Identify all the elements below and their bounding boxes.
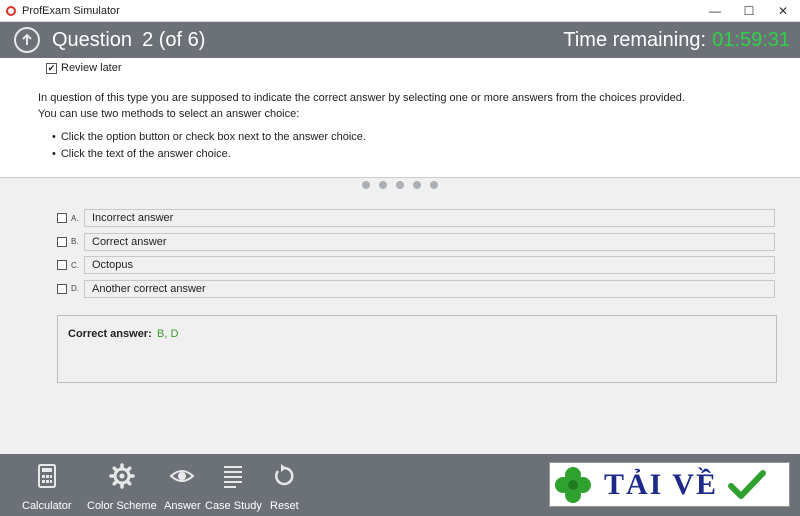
correct-answer-panel: Correct answer: B, D bbox=[57, 315, 777, 383]
question-number: 2 (of 6) bbox=[142, 28, 206, 51]
watermark-logo: TẢI VỀ bbox=[549, 462, 790, 507]
window-controls: — ☐ ✕ bbox=[698, 0, 800, 22]
maximize-button[interactable]: ☐ bbox=[732, 0, 766, 22]
choice-text[interactable]: Incorrect answer bbox=[84, 209, 775, 227]
timer-value: 01:59:31 bbox=[712, 29, 790, 51]
minimize-button[interactable]: — bbox=[698, 0, 732, 22]
choice-checkbox[interactable] bbox=[57, 283, 67, 294]
logo-text: TẢI VỀ bbox=[604, 467, 718, 501]
reset-button[interactable]: Reset bbox=[270, 463, 299, 512]
clover-icon bbox=[555, 466, 591, 503]
pager-dot[interactable] bbox=[430, 181, 438, 189]
question-text: In question of this type you are suppose… bbox=[38, 90, 685, 122]
correct-answer-value: B, D bbox=[157, 328, 179, 340]
choice-letter: A. bbox=[71, 213, 79, 223]
correct-answer-label: Correct answer: bbox=[68, 328, 152, 340]
choice-b[interactable]: B. Correct answer bbox=[57, 232, 775, 251]
calculator-label[interactable]: Calculator bbox=[22, 500, 72, 512]
answer-label[interactable]: Answer bbox=[164, 500, 201, 512]
window-titlebar: ProfExam Simulator — ☐ ✕ bbox=[0, 0, 800, 22]
choice-checkbox[interactable] bbox=[57, 260, 67, 270]
pager-dots bbox=[362, 181, 438, 189]
pager-dot[interactable] bbox=[396, 181, 404, 189]
choice-checkbox[interactable] bbox=[57, 236, 67, 247]
case-study-button[interactable]: Case Study bbox=[205, 463, 262, 512]
choice-c[interactable]: C. Octopus bbox=[57, 256, 775, 274]
checkmark-icon[interactable]: ✔ bbox=[46, 62, 57, 74]
choice-a[interactable]: A. Incorrect answer bbox=[57, 209, 775, 227]
question-line-2: You can use two methods to select an ans… bbox=[38, 108, 300, 120]
question-panel: ✔ Review later In question of this type … bbox=[0, 58, 800, 178]
question-line-1: In question of this type you are suppose… bbox=[38, 92, 685, 104]
choice-text[interactable]: Correct answer bbox=[84, 232, 775, 251]
close-button[interactable]: ✕ bbox=[766, 0, 800, 22]
instruction-list: Click the option button or check box nex… bbox=[52, 129, 366, 163]
reset-icon bbox=[275, 464, 294, 486]
gear-icon bbox=[109, 463, 135, 489]
question-label: Question bbox=[52, 28, 133, 51]
checkmark-icon bbox=[727, 469, 766, 499]
pager-dot[interactable] bbox=[379, 181, 387, 189]
pager-dot[interactable] bbox=[362, 181, 370, 189]
choice-checkbox[interactable] bbox=[57, 213, 67, 223]
app-logo-icon bbox=[6, 5, 16, 16]
choice-text[interactable]: Octopus bbox=[84, 256, 775, 274]
color-scheme-label[interactable]: Color Scheme bbox=[87, 500, 157, 512]
arrow-up-icon[interactable] bbox=[14, 27, 40, 53]
text-lines-icon bbox=[224, 466, 243, 488]
instruction-item: Click the text of the answer choice. bbox=[52, 146, 366, 163]
reset-label[interactable]: Reset bbox=[270, 500, 299, 512]
calculator-button[interactable]: Calculator bbox=[22, 463, 72, 512]
review-later-label[interactable]: Review later bbox=[61, 62, 122, 74]
case-study-label[interactable]: Case Study bbox=[205, 500, 262, 512]
instruction-item: Click the option button or check box nex… bbox=[52, 129, 366, 146]
answer-button[interactable]: Answer bbox=[164, 463, 201, 512]
choice-letter: C. bbox=[71, 260, 79, 270]
answer-choices: A. Incorrect answer B. Correct answer C.… bbox=[57, 209, 775, 303]
timer-label: Time remaining: bbox=[563, 29, 706, 51]
pager-dot[interactable] bbox=[413, 181, 421, 189]
choice-d[interactable]: D. Another correct answer bbox=[57, 279, 775, 298]
calculator-icon bbox=[37, 464, 56, 488]
question-header: Question 2 (of 6) Time remaining: 01:59:… bbox=[0, 22, 800, 58]
review-later-checkbox[interactable]: ✔ Review later bbox=[46, 62, 122, 74]
choice-letter: B. bbox=[71, 237, 79, 246]
choice-text[interactable]: Another correct answer bbox=[84, 279, 775, 298]
color-scheme-button[interactable]: Color Scheme bbox=[87, 463, 157, 512]
eye-icon bbox=[169, 470, 195, 482]
window-title: ProfExam Simulator bbox=[22, 4, 120, 17]
choice-letter: D. bbox=[71, 284, 79, 293]
